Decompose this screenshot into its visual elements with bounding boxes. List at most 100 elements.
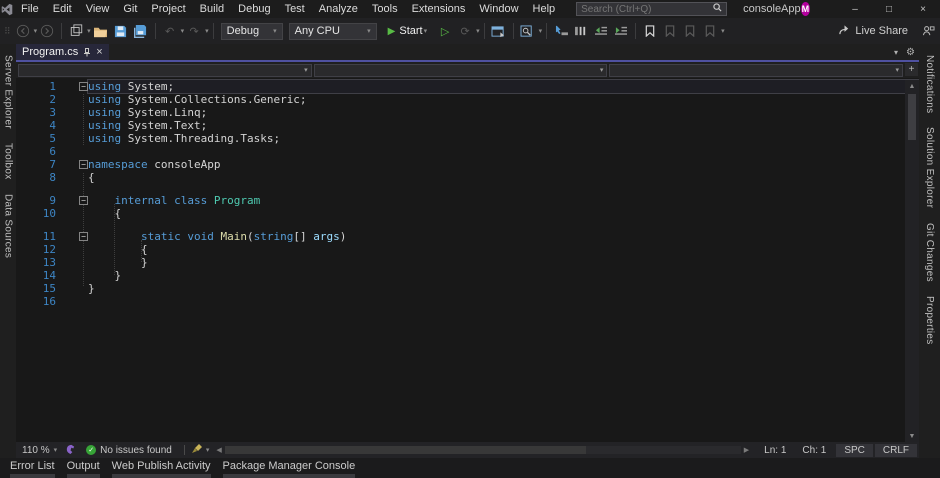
collapse-icon[interactable]: − bbox=[79, 232, 88, 241]
menu-git[interactable]: Git bbox=[116, 2, 144, 16]
toggle-bookmark-icon[interactable] bbox=[642, 22, 658, 40]
zoom-dropdown[interactable]: 110 % ▾ bbox=[18, 445, 61, 456]
avatar[interactable]: M bbox=[801, 2, 810, 16]
scroll-left-icon[interactable]: ◀ bbox=[213, 446, 224, 454]
menu-file[interactable]: File bbox=[14, 2, 46, 16]
code-line-8[interactable]: 8{ bbox=[16, 171, 919, 184]
type-dropdown[interactable]: ▾ bbox=[314, 64, 608, 77]
hot-reload-icon[interactable]: ⟳ bbox=[457, 22, 473, 40]
save-icon[interactable] bbox=[113, 22, 129, 40]
fold-marker[interactable]: − bbox=[62, 194, 88, 207]
code-line-6[interactable]: 6 bbox=[16, 145, 919, 158]
navigate-forward-icon[interactable] bbox=[39, 22, 55, 40]
dock-tab-notifications[interactable]: Notifications bbox=[922, 48, 937, 120]
code-line-11[interactable]: 11− static void Main(string[] args) bbox=[16, 230, 919, 243]
platform-dropdown[interactable]: Any CPU ▾ bbox=[289, 23, 377, 40]
menu-tools[interactable]: Tools bbox=[365, 2, 405, 16]
increase-indent-icon[interactable] bbox=[613, 22, 629, 40]
code-line-1[interactable]: 1−using System; bbox=[16, 80, 919, 93]
collapse-icon[interactable]: − bbox=[79, 82, 88, 91]
scrollbar-thumb[interactable] bbox=[908, 94, 916, 140]
vertical-scrollbar[interactable]: ▲ ▼ bbox=[905, 80, 919, 442]
insert-mode-indicator[interactable]: SPC bbox=[836, 444, 873, 457]
maximize-button[interactable]: □ bbox=[872, 0, 906, 18]
dock-tab-data-sources[interactable]: Data Sources bbox=[1, 187, 16, 265]
navigate-back-icon[interactable] bbox=[15, 22, 31, 40]
gear-icon[interactable]: ⚙ bbox=[906, 47, 915, 58]
next-bookmark-icon[interactable] bbox=[682, 22, 698, 40]
menu-test[interactable]: Test bbox=[278, 2, 312, 16]
navigate-back-dropdown-icon[interactable]: ▾ bbox=[34, 27, 38, 35]
fold-marker[interactable]: − bbox=[62, 80, 88, 93]
project-dropdown[interactable]: ▾ bbox=[18, 64, 312, 77]
search-input[interactable] bbox=[581, 4, 713, 15]
code-editor[interactable]: 1−using System;2using System.Collections… bbox=[16, 78, 919, 442]
debug-target-dropdown[interactable]: Debug ▾ bbox=[221, 23, 283, 40]
code-line-12[interactable]: 12 { bbox=[16, 243, 919, 256]
menu-edit[interactable]: Edit bbox=[46, 2, 79, 16]
feedback-icon[interactable] bbox=[920, 22, 936, 40]
save-all-icon[interactable] bbox=[133, 22, 149, 40]
code-line-3[interactable]: 3using System.Linq; bbox=[16, 106, 919, 119]
menu-debug[interactable]: Debug bbox=[231, 2, 277, 16]
tab-program-cs[interactable]: Program.cs × bbox=[16, 44, 109, 60]
navigate-cursor-icon[interactable] bbox=[553, 22, 569, 40]
hot-reload-dropdown-icon[interactable]: ▾ bbox=[476, 27, 480, 35]
code-line-9[interactable]: 9− internal class Program bbox=[16, 194, 919, 207]
preview-window-icon[interactable] bbox=[491, 22, 507, 40]
panel-tab-error-list[interactable]: Error List bbox=[6, 460, 59, 478]
dock-tab-solution-explorer[interactable]: Solution Explorer bbox=[922, 120, 937, 215]
previous-bookmark-icon[interactable] bbox=[662, 22, 678, 40]
code-line-5[interactable]: 5using System.Threading.Tasks; bbox=[16, 132, 919, 145]
close-button[interactable]: × bbox=[906, 0, 940, 18]
menu-extensions[interactable]: Extensions bbox=[405, 2, 473, 16]
find-dropdown-icon[interactable]: ▾ bbox=[539, 27, 543, 35]
menu-analyze[interactable]: Analyze bbox=[312, 2, 365, 16]
panel-tab-output[interactable]: Output bbox=[63, 460, 104, 478]
menu-build[interactable]: Build bbox=[193, 2, 231, 16]
decrease-indent-icon[interactable] bbox=[593, 22, 609, 40]
find-in-files-icon[interactable] bbox=[520, 22, 536, 40]
menu-project[interactable]: Project bbox=[144, 2, 192, 16]
dock-tab-server-explorer[interactable]: Server Explorer bbox=[1, 48, 16, 136]
live-share-button[interactable]: Live Share bbox=[838, 24, 908, 39]
scroll-down-icon[interactable]: ▼ bbox=[909, 430, 916, 442]
open-folder-icon[interactable] bbox=[93, 22, 109, 40]
fold-marker[interactable]: − bbox=[62, 158, 88, 171]
code-line-2[interactable]: 2using System.Collections.Generic; bbox=[16, 93, 919, 106]
panel-tab-package-manager-console[interactable]: Package Manager Console bbox=[219, 460, 360, 478]
code-cleanup-button[interactable]: ▾ bbox=[191, 443, 210, 457]
pin-icon[interactable] bbox=[83, 48, 91, 57]
code-line-15[interactable]: 15} bbox=[16, 282, 919, 295]
horizontal-scrollbar[interactable]: ◀ ▶ bbox=[213, 446, 752, 454]
toolbar-overflow-icon[interactable]: ▾ bbox=[721, 27, 725, 35]
start-debugging-button[interactable]: ▶ Start ▾ bbox=[383, 22, 432, 40]
dock-tab-toolbox[interactable]: Toolbox bbox=[1, 136, 16, 187]
document-health-icon[interactable] bbox=[65, 443, 76, 457]
code-line-13[interactable]: 13 } bbox=[16, 256, 919, 269]
issues-indicator[interactable]: ✓ No issues found bbox=[80, 445, 178, 456]
close-tab-icon[interactable]: × bbox=[96, 46, 102, 58]
new-project-dropdown-icon[interactable]: ▾ bbox=[87, 27, 91, 35]
scrollbar-thumb[interactable] bbox=[225, 446, 586, 454]
code-line-7[interactable]: 7−namespace consoleApp bbox=[16, 158, 919, 171]
panel-tab-web-publish-activity[interactable]: Web Publish Activity bbox=[108, 460, 215, 478]
menu-window[interactable]: Window bbox=[472, 2, 525, 16]
split-window-handle[interactable]: + bbox=[905, 63, 918, 76]
search-box[interactable] bbox=[576, 2, 727, 16]
new-project-icon[interactable] bbox=[68, 22, 84, 40]
line-ending-indicator[interactable]: CRLF bbox=[875, 444, 917, 457]
code-line-14[interactable]: 14 } bbox=[16, 269, 919, 282]
collapse-icon[interactable]: − bbox=[79, 160, 88, 169]
comment-selection-icon[interactable] bbox=[573, 22, 589, 40]
code-line-16[interactable]: 16 bbox=[16, 295, 919, 308]
column-indicator[interactable]: Ch: 1 bbox=[794, 445, 834, 456]
minimize-button[interactable]: – bbox=[838, 0, 872, 18]
menu-view[interactable]: View bbox=[79, 2, 117, 16]
dock-tab-git-changes[interactable]: Git Changes bbox=[922, 216, 937, 289]
menu-help[interactable]: Help bbox=[526, 2, 563, 16]
scroll-right-icon[interactable]: ▶ bbox=[741, 446, 752, 454]
dock-tab-properties[interactable]: Properties bbox=[922, 289, 937, 352]
undo-dropdown-icon[interactable]: ▾ bbox=[181, 27, 185, 35]
line-indicator[interactable]: Ln: 1 bbox=[756, 445, 794, 456]
